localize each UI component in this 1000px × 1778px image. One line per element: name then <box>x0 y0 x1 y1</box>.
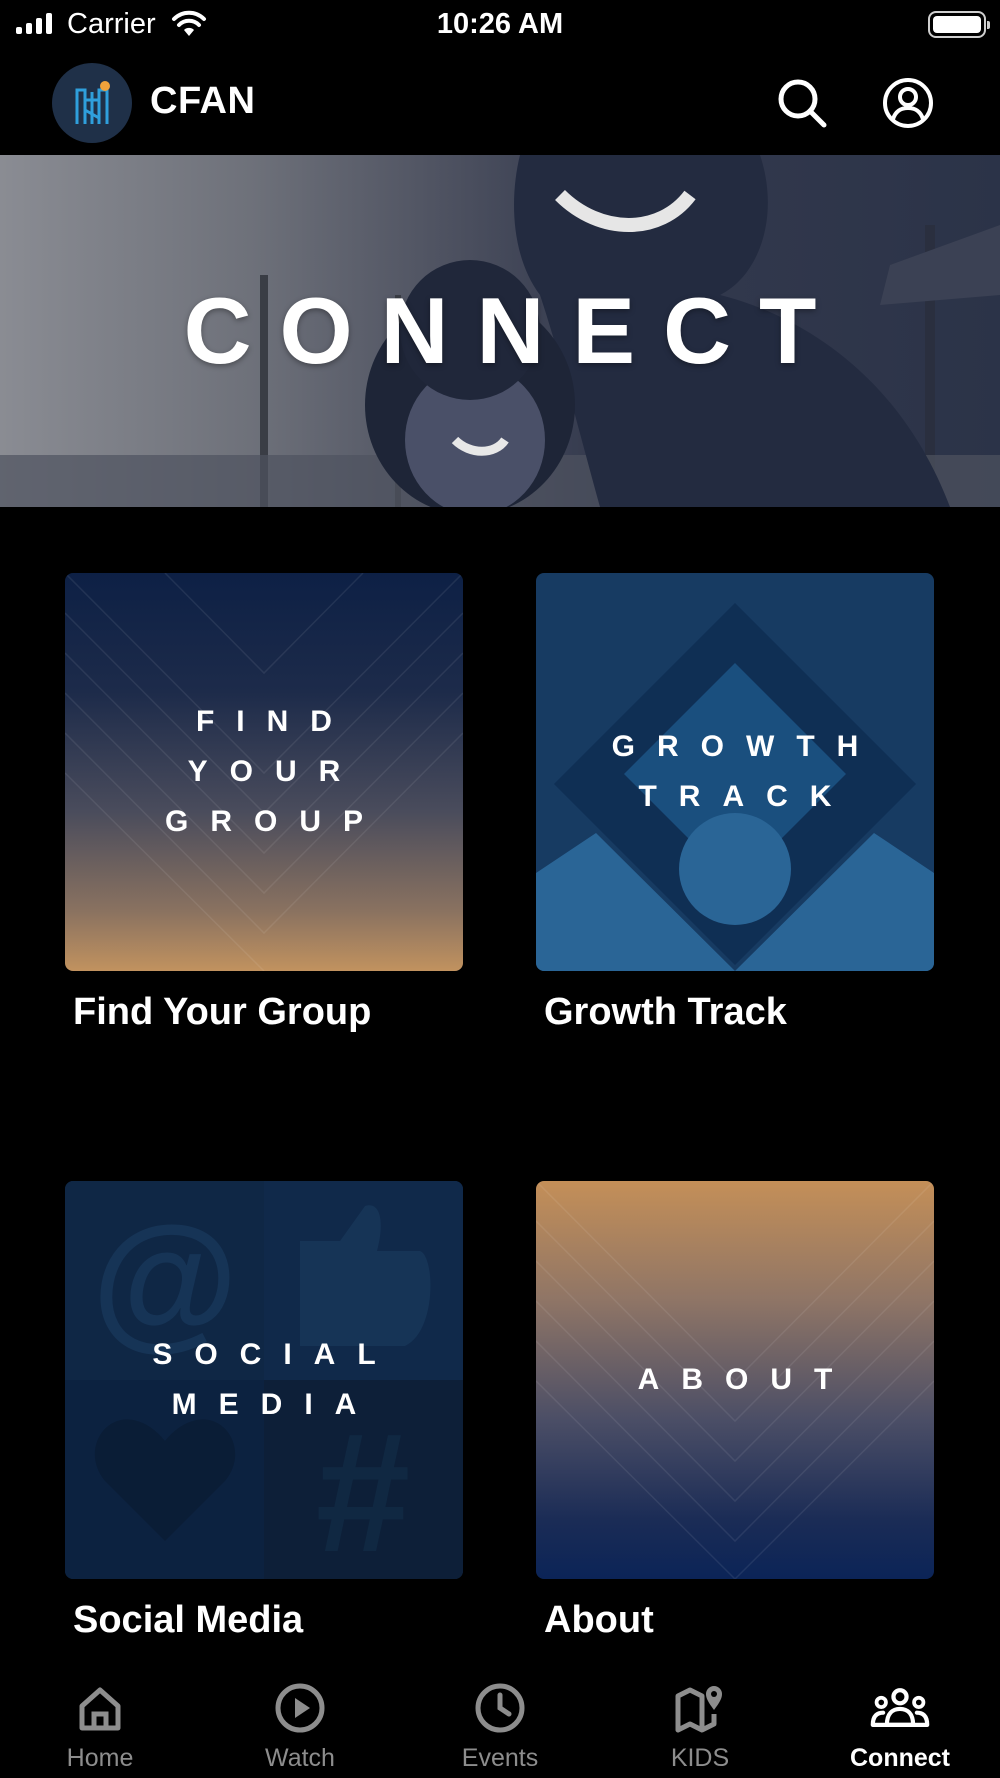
tab-home-label: Home <box>66 1744 134 1772</box>
find-your-group-label: Find Your Group <box>73 991 372 1033</box>
home-icon <box>70 1680 130 1736</box>
tab-home[interactable]: Home <box>0 1658 200 1778</box>
user-circle-icon <box>883 78 933 128</box>
people-icon <box>870 1680 930 1736</box>
tab-events[interactable]: Events <box>400 1658 600 1778</box>
find-your-group-tile-text: FIND YOUR GROUP <box>164 705 385 838</box>
social-media-tile-text: SOCIAL MEDIA <box>152 1338 398 1421</box>
app-title: CFAN <box>150 80 256 122</box>
map-pin-icon <box>670 1680 730 1736</box>
clock: 10:26 AM <box>436 8 564 40</box>
tab-kids[interactable]: KIDS <box>600 1658 800 1778</box>
growth-track-tile-text: GROWTH TRACK <box>611 730 881 813</box>
app-header: CFAN <box>0 55 1000 155</box>
card-about[interactable]: ABOUT About <box>536 1181 934 1642</box>
play-circle-icon <box>270 1680 330 1736</box>
battery-icon <box>928 11 990 38</box>
tab-bar: Home Watch Events KIDS Connect <box>0 1658 1000 1778</box>
search-icon <box>778 79 827 128</box>
tab-kids-label: KIDS <box>670 1744 730 1772</box>
about-tile-text: ABOUT <box>637 1363 855 1396</box>
growth-track-label: Growth Track <box>544 991 787 1033</box>
search-button[interactable] <box>774 75 830 131</box>
status-bar: Carrier 10:26 AM <box>0 0 1000 50</box>
find-your-group-tile[interactable]: FIND YOUR GROUP <box>65 573 463 971</box>
about-label: About <box>544 1599 654 1641</box>
card-find-your-group[interactable]: FIND YOUR GROUP Find Your Group <box>65 573 463 1034</box>
clock-icon <box>470 1680 530 1736</box>
card-growth-track[interactable]: GROWTH TRACK Growth Track <box>536 573 934 1034</box>
card-social-media[interactable]: @ # SOCIAL MEDIA Social Media <box>65 1181 463 1642</box>
cfan-logo-icon[interactable] <box>52 63 132 143</box>
about-tile[interactable]: ABOUT <box>536 1181 934 1579</box>
hero-title: CONNECT <box>183 278 845 383</box>
tab-watch[interactable]: Watch <box>200 1658 400 1778</box>
tab-watch-label: Watch <box>265 1744 335 1772</box>
hero-banner: CONNECT <box>0 155 1000 507</box>
social-media-label: Social Media <box>73 1599 304 1641</box>
growth-track-tile[interactable]: GROWTH TRACK <box>536 573 934 971</box>
tab-connect-label: Connect <box>850 1744 950 1772</box>
tab-events-label: Events <box>461 1744 539 1772</box>
social-media-tile[interactable]: @ # SOCIAL MEDIA <box>65 1181 463 1579</box>
profile-button[interactable] <box>880 75 936 131</box>
tab-connect[interactable]: Connect <box>800 1658 1000 1778</box>
